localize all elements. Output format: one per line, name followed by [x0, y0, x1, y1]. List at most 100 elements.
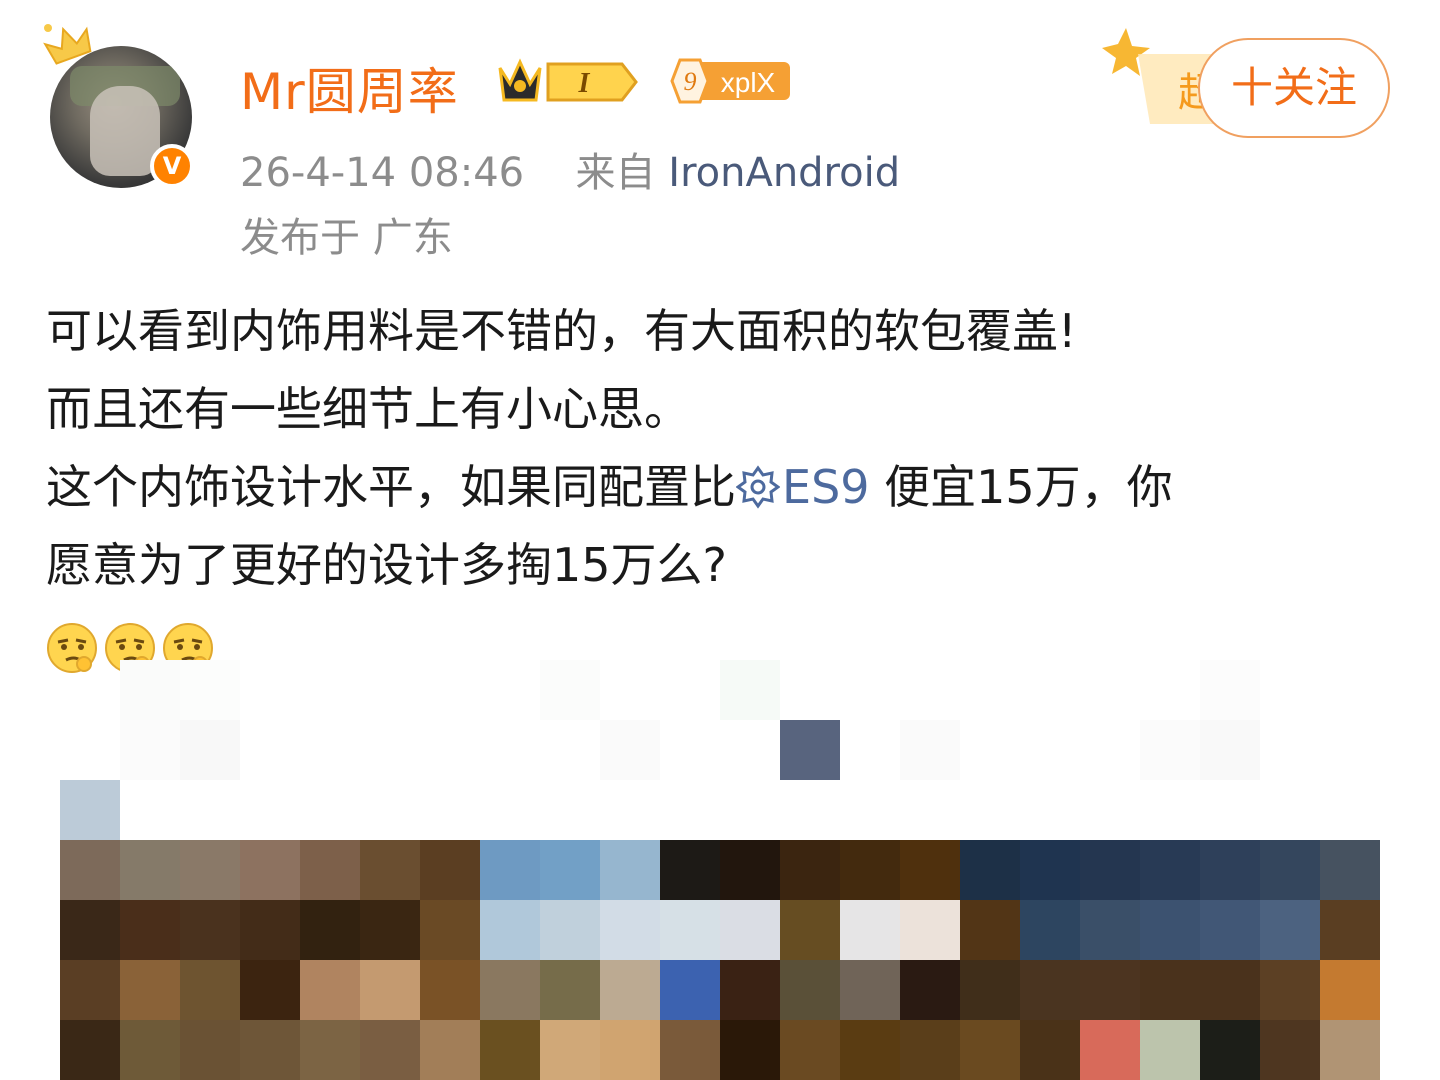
verified-badge: V	[150, 144, 194, 188]
image-pixel	[780, 840, 840, 900]
image-pixel	[900, 900, 960, 960]
post-line: 可以看到内饰用料是不错的，有大面积的软包覆盖!	[46, 304, 1077, 358]
image-pixel	[240, 840, 300, 900]
image-pixel	[1020, 900, 1080, 960]
image-pixel	[1200, 660, 1260, 720]
post-image[interactable]	[0, 660, 1440, 1080]
image-pixel	[180, 720, 240, 780]
image-pixel	[900, 1020, 960, 1080]
image-pixel	[120, 1020, 180, 1080]
level-badge-icon[interactable]: 9 xplX	[656, 56, 792, 106]
vip-crown-badge-icon[interactable]: I	[496, 54, 642, 110]
follow-button[interactable]: 十关注	[1198, 38, 1390, 138]
image-pixel	[360, 900, 420, 960]
level-number: 9	[684, 67, 697, 96]
username[interactable]: Mr圆周率	[240, 52, 459, 124]
image-pixel	[840, 900, 900, 960]
level-label: xplX	[721, 67, 776, 98]
image-pixel	[60, 780, 120, 840]
image-pixel	[540, 1020, 600, 1080]
image-pixel	[960, 840, 1020, 900]
image-pixel	[420, 840, 480, 900]
image-pixel	[1260, 840, 1320, 900]
image-pixel	[840, 960, 900, 1020]
image-pixel	[240, 900, 300, 960]
post-line: 而且还有一些细节上有小心思。	[46, 382, 690, 436]
image-pixel	[1320, 960, 1380, 1020]
image-pixel	[1140, 960, 1200, 1020]
topic-link[interactable]: ES9	[736, 460, 870, 514]
image-pixel	[480, 900, 540, 960]
post-meta: 26-4-14 08:46 来自 IronAndroid	[240, 140, 900, 198]
image-pixel	[1080, 840, 1140, 900]
post-line: 这个内饰设计水平，如果同配置比 ES9 便宜15万，你	[46, 448, 1406, 526]
image-pixel	[1140, 840, 1200, 900]
image-pixel	[960, 960, 1020, 1020]
image-pixel	[180, 840, 240, 900]
image-pixel	[600, 1020, 660, 1080]
image-pixel	[540, 840, 600, 900]
image-pixel	[1140, 900, 1200, 960]
image-pixel	[120, 900, 180, 960]
image-pixel	[60, 1020, 120, 1080]
image-pixel	[180, 960, 240, 1020]
image-pixel	[480, 960, 540, 1020]
avatar-container[interactable]: V	[43, 24, 196, 190]
image-pixel	[1140, 720, 1200, 780]
image-pixel	[120, 720, 180, 780]
image-pixel	[720, 900, 780, 960]
image-pixel	[60, 840, 120, 900]
image-pixel	[1020, 840, 1080, 900]
image-pixel	[960, 1020, 1020, 1080]
image-pixel	[540, 900, 600, 960]
image-pixel	[900, 720, 960, 780]
image-pixel	[480, 840, 540, 900]
topic-text[interactable]: ES9	[782, 460, 870, 514]
image-pixel	[1260, 960, 1320, 1020]
image-pixel	[1080, 1020, 1140, 1080]
image-pixel	[60, 900, 120, 960]
image-pixel	[780, 1020, 840, 1080]
image-pixel	[780, 720, 840, 780]
image-pixel	[660, 960, 720, 1020]
image-pixel	[1320, 840, 1380, 900]
image-pixel	[780, 900, 840, 960]
post-line-segment: 这个内饰设计水平，如果同配置比	[46, 460, 736, 514]
source-link[interactable]: IronAndroid	[668, 150, 900, 196]
image-pixel	[660, 1020, 720, 1080]
image-pixel	[780, 960, 840, 1020]
vip-level-text: I	[578, 68, 591, 99]
car-model-badge-icon	[736, 465, 780, 509]
image-pixel	[1320, 1020, 1380, 1080]
post-line-segment: 便宜15万，你	[869, 460, 1173, 514]
follow-area: 超 十关注	[1098, 24, 1398, 144]
image-pixel	[1260, 900, 1320, 960]
image-pixel	[720, 960, 780, 1020]
image-pixel	[300, 840, 360, 900]
image-pixel	[240, 960, 300, 1020]
image-pixel	[1140, 1020, 1200, 1080]
image-pixel	[180, 900, 240, 960]
image-pixel	[360, 960, 420, 1020]
timestamp: 26-4-14 08:46	[240, 150, 525, 196]
image-pixel	[420, 900, 480, 960]
image-pixel	[1200, 960, 1260, 1020]
image-pixel	[300, 960, 360, 1020]
image-pixel	[120, 660, 180, 720]
image-pixel	[600, 900, 660, 960]
image-pixel	[180, 660, 240, 720]
image-pixel	[1020, 960, 1080, 1020]
image-pixel	[360, 840, 420, 900]
image-pixel	[960, 900, 1020, 960]
image-pixel	[600, 840, 660, 900]
image-pixel	[840, 840, 900, 900]
image-pixel	[180, 1020, 240, 1080]
image-pixel	[1080, 960, 1140, 1020]
image-pixel	[300, 1020, 360, 1080]
image-pixel	[1260, 1020, 1320, 1080]
location-text: 发布于 广东	[240, 215, 453, 261]
image-pixel	[300, 900, 360, 960]
image-pixel	[1200, 900, 1260, 960]
image-pixel	[480, 1020, 540, 1080]
post-line: 愿意为了更好的设计多掏15万么?	[46, 538, 727, 592]
